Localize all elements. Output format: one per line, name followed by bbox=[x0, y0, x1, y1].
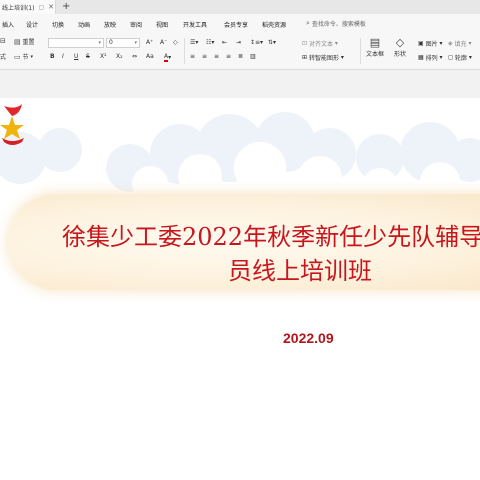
columns-icon[interactable]: ▥ bbox=[250, 53, 256, 60]
young-pioneer-badge-icon bbox=[0, 104, 24, 145]
align-text-button[interactable]: ⊡ 对齐文本 ▾ bbox=[302, 39, 338, 48]
clear-format-icon[interactable]: ◇ bbox=[173, 39, 178, 46]
menu-review[interactable]: 审阅 bbox=[130, 20, 142, 29]
document-tab[interactable]: 线上培训(1) ▢ ✕ bbox=[0, 0, 56, 14]
picture-button[interactable]: ▣ 图片 ▾ bbox=[418, 39, 443, 48]
slide-date[interactable]: 2022.09 bbox=[283, 330, 334, 346]
line-spacing-icon[interactable]: ↕≡▾ bbox=[250, 39, 263, 46]
workspace-margin bbox=[0, 70, 480, 98]
decrease-indent-icon[interactable]: ⇤ bbox=[222, 39, 227, 46]
align-left-icon[interactable]: ≡ bbox=[190, 53, 195, 60]
justify-icon[interactable]: ≡ bbox=[226, 53, 231, 60]
menu-developer[interactable]: 开发工具 bbox=[183, 20, 207, 29]
fill-button[interactable]: ◈ 填充 ▾ bbox=[448, 39, 471, 48]
slide-canvas[interactable]: 徐集少工委2022年秋季新任少先队辅导 员线上培训班 2022.09 bbox=[0, 98, 480, 480]
bullets-icon[interactable]: ☰▾ bbox=[190, 39, 198, 46]
format-button[interactable]: 式 bbox=[0, 52, 6, 61]
menu-docer[interactable]: 稻壳资源 bbox=[262, 20, 286, 29]
smartart-button[interactable]: ⊞ 转智能图形 ▾ bbox=[302, 53, 344, 62]
divider bbox=[360, 38, 361, 64]
tab-bar: 线上培训(1) ▢ ✕ + bbox=[0, 0, 480, 14]
textbox-button[interactable]: ▤ 文本框 bbox=[366, 36, 384, 58]
strikethrough-button[interactable]: S bbox=[86, 53, 90, 60]
picture-icon: ▣ bbox=[418, 40, 424, 47]
menu-transition[interactable]: 切换 bbox=[52, 20, 64, 29]
document-tab-label: 线上培训(1) bbox=[2, 4, 35, 12]
align-right-icon[interactable]: ≡ bbox=[214, 53, 219, 60]
font-name-select[interactable]: ▾ bbox=[48, 38, 104, 48]
outline-button[interactable]: ◻ 轮廓 ▾ bbox=[448, 53, 472, 62]
command-search[interactable]: ⌕ 查找命令、搜索模板 bbox=[306, 19, 366, 28]
search-icon: ⌕ bbox=[306, 19, 310, 27]
textbox-icon: ▤ bbox=[369, 36, 381, 49]
shape-icon: ◇ bbox=[395, 36, 405, 49]
grow-font-icon[interactable]: A⁺ bbox=[146, 39, 153, 46]
divider bbox=[184, 38, 185, 64]
underline-button[interactable]: U bbox=[74, 53, 78, 60]
menu-design[interactable]: 设计 bbox=[26, 20, 38, 29]
ribbon-toolbar: ⊟ ▤ 重置 式 ▭ 节 ▾ ▾ 0 ▾ A⁺ A⁻ ◇ B I U S X² X… bbox=[0, 34, 480, 70]
bold-button[interactable]: B bbox=[50, 53, 55, 60]
section-icon: ▭ bbox=[14, 52, 21, 61]
outline-icon: ◻ bbox=[448, 54, 453, 61]
search-placeholder: 查找命令、搜索模板 bbox=[311, 21, 366, 28]
window-icon[interactable]: ▢ bbox=[39, 4, 45, 11]
slide-title-line2[interactable]: 员线上培训班 bbox=[228, 256, 372, 286]
menu-insert[interactable]: 插入 bbox=[2, 20, 14, 29]
distribute-icon[interactable]: ≣ bbox=[238, 53, 243, 60]
menu-animation[interactable]: 动画 bbox=[78, 20, 90, 29]
menu-member[interactable]: 会员专享 bbox=[224, 20, 248, 29]
numbering-icon[interactable]: ☷▾ bbox=[206, 39, 214, 46]
align-center-icon[interactable]: ≡ bbox=[202, 53, 207, 60]
reset-icon: ▤ bbox=[14, 37, 21, 46]
slide-title-line1[interactable]: 徐集少工委2022年秋季新任少先队辅导 bbox=[0, 222, 480, 252]
menu-view[interactable]: 视图 bbox=[156, 20, 168, 29]
arrange-button[interactable]: ▦ 排列 ▾ bbox=[418, 53, 443, 62]
shape-button[interactable]: ◇ 形状 bbox=[394, 36, 406, 58]
shrink-font-icon[interactable]: A⁻ bbox=[160, 39, 167, 46]
new-tab-button[interactable]: + bbox=[62, 0, 70, 14]
menu-bar: 插入 设计 切换 动画 放映 审阅 视图 开发工具 会员专享 稻壳资源 ⌕ 查找… bbox=[0, 14, 480, 34]
menu-slideshow[interactable]: 放映 bbox=[104, 20, 116, 29]
section-button[interactable]: ▭ 节 ▾ bbox=[14, 52, 33, 62]
layout-icon[interactable]: ⊟ bbox=[0, 37, 6, 45]
font-size-select[interactable]: 0 ▾ bbox=[106, 38, 140, 48]
italic-button[interactable]: I bbox=[62, 53, 64, 60]
fill-icon: ◈ bbox=[448, 40, 453, 47]
text-direction-icon[interactable]: ⇅▾ bbox=[268, 39, 276, 46]
font-color-icon[interactable]: A ▾ bbox=[164, 53, 171, 62]
change-case-icon[interactable]: Aa bbox=[146, 53, 154, 60]
superscript-button[interactable]: X² bbox=[100, 53, 107, 60]
char-spacing-icon[interactable]: ⇔ bbox=[132, 53, 137, 60]
align-text-icon: ⊡ bbox=[302, 40, 308, 47]
close-icon[interactable]: ✕ bbox=[48, 3, 54, 11]
smartart-icon: ⊞ bbox=[302, 54, 308, 61]
increase-indent-icon[interactable]: ⇥ bbox=[236, 39, 241, 46]
subscript-button[interactable]: X₂ bbox=[116, 53, 123, 60]
reset-button[interactable]: ▤ 重置 bbox=[14, 37, 35, 47]
cloud-decoration bbox=[0, 112, 480, 204]
arrange-icon: ▦ bbox=[418, 54, 424, 61]
